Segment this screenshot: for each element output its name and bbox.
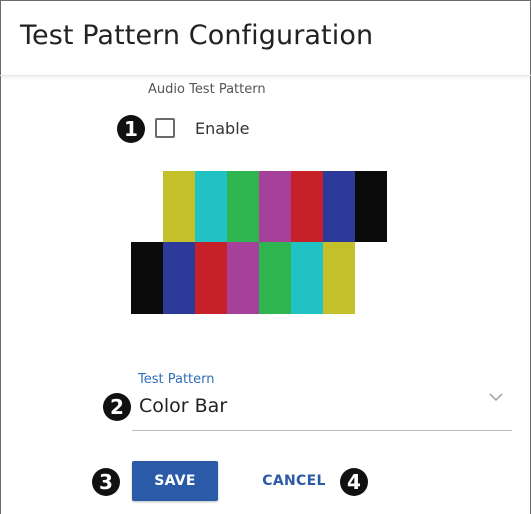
color-bar-top-1 [163, 171, 195, 242]
callout-badge-2: 2 [103, 393, 131, 421]
test-pattern-label: Test Pattern [138, 372, 215, 387]
test-pattern-select-value[interactable]: Color Bar [139, 395, 227, 417]
page-title: Test Pattern Configuration [20, 20, 374, 51]
color-bar-top-7 [355, 171, 387, 242]
color-bar-bottom-4 [227, 242, 259, 314]
color-bar-pattern-bottom [131, 242, 355, 314]
color-bar-top-4 [259, 171, 291, 242]
callout-badge-4: 4 [340, 468, 368, 496]
cancel-button[interactable]: CANCEL [254, 461, 334, 501]
color-bar-top-5 [291, 171, 323, 242]
color-bar-bottom-7 [323, 242, 355, 314]
dialog-header: Test Pattern Configuration [0, 0, 531, 76]
test-pattern-select-underline [132, 430, 512, 431]
callout-badge-3: 3 [92, 468, 120, 496]
audio-section-label: Audio Test Pattern [148, 82, 266, 97]
chevron-down-icon[interactable] [488, 391, 504, 403]
color-bar-bottom-2 [163, 242, 195, 314]
color-bar-bottom-6 [291, 242, 323, 314]
color-bar-pattern-top [163, 171, 387, 242]
color-bar-bottom-3 [195, 242, 227, 314]
save-button[interactable]: SAVE [132, 461, 218, 501]
color-bar-top-2 [195, 171, 227, 242]
callout-badge-1: 1 [117, 115, 145, 143]
color-bar-bottom-1 [131, 242, 163, 314]
enable-checkbox[interactable] [155, 118, 175, 138]
enable-checkbox-label[interactable]: Enable [195, 119, 250, 138]
color-bar-bottom-5 [259, 242, 291, 314]
color-bar-top-3 [227, 171, 259, 242]
color-bar-top-6 [323, 171, 355, 242]
